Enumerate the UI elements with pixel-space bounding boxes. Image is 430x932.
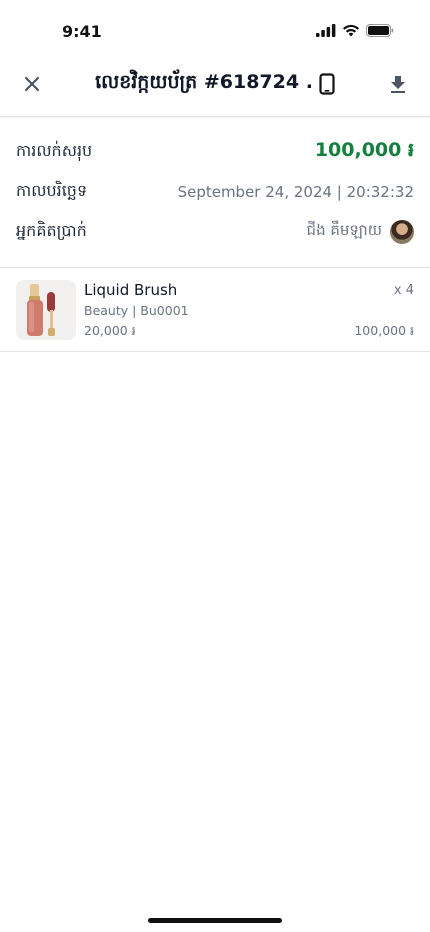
cashier-name: ជីង គឹមឡាយ [306, 221, 382, 239]
list-item[interactable]: Liquid Brush Beauty | Bu0001 20,000 ៛ x … [0, 268, 430, 352]
cashier-info: ជីង គឹមឡាយ [307, 220, 414, 244]
item-category-code: Beauty | Bu0001 [84, 303, 189, 318]
header-bar: លេខវិក្កយប័ត្រ #618724 . [0, 60, 430, 117]
date-label: កាលបរិច្ឆេទ [16, 181, 88, 200]
lipstick-product-icon [16, 280, 76, 340]
status-time: 9:41 [62, 22, 102, 41]
item-subtotal: 100,000 ៛ [354, 323, 414, 338]
status-bar: 9:41 [0, 0, 430, 60]
item-unit-price: 20,000 ៛ [84, 323, 136, 338]
item-name: Liquid Brush [84, 281, 178, 299]
download-icon [391, 76, 405, 93]
cashier-avatar [390, 220, 414, 244]
total-sales-value: 100,000 ៛ [314, 139, 414, 161]
divider [0, 351, 430, 352]
product-thumbnail [16, 280, 76, 340]
date-row: កាលបរិច្ឆេទ September 24, 2024 | 20:32:3… [0, 172, 430, 212]
total-sales-row: ការលក់សរុប 100,000 ៛ [0, 132, 430, 172]
status-icons [316, 24, 394, 37]
invoice-summary: ការលក់សរុប 100,000 ៛ កាលបរិច្ឆេទ Septemb… [0, 132, 430, 252]
cashier-label: អ្នកគិតប្រាក់ [16, 221, 87, 240]
cashier-row: អ្នកគិតប្រាក់ ជីង គឹមឡាយ [0, 212, 430, 252]
wifi-icon [343, 24, 359, 37]
date-value: September 24, 2024 | 20:32:32 [177, 183, 414, 201]
page-title: លេខវិក្កយប័ត្រ #618724 . [0, 70, 430, 98]
invoice-title: លេខវិក្កយប័ត្រ #618724 . [95, 71, 313, 93]
battery-icon [366, 24, 394, 37]
home-indicator[interactable] [148, 918, 282, 923]
total-sales-label: ការលក់សរុប [16, 141, 93, 160]
item-quantity: x 4 [393, 283, 414, 298]
phone-icon[interactable] [319, 73, 335, 95]
download-button[interactable] [386, 72, 410, 96]
cellular-signal-icon [316, 24, 336, 37]
